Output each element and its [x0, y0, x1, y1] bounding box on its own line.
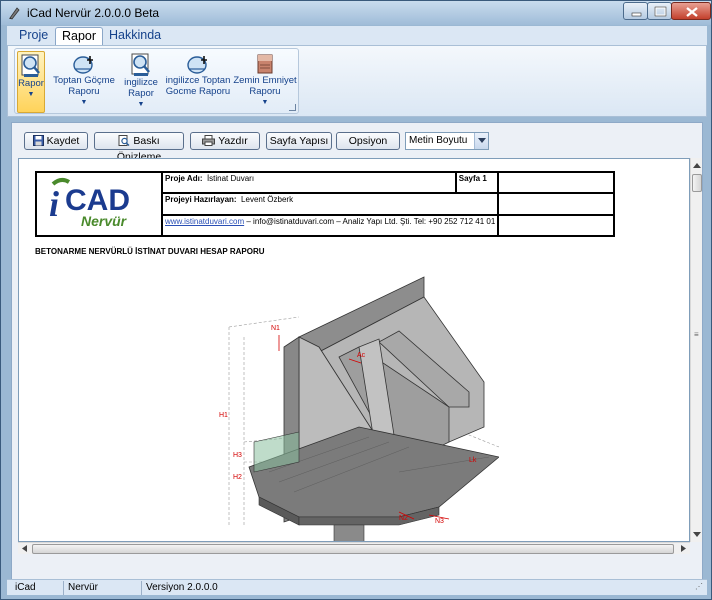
report-title: BETONARME NERVÜRLÜ İSTİNAT DUVARI HESAP … [35, 247, 265, 256]
svg-text:Nervür: Nervür [81, 213, 128, 229]
svg-text:Lk: Lk [469, 457, 477, 464]
icad-nervur-logo: i CAD Nervür [49, 177, 130, 229]
ingilizce-rapor-button[interactable]: ingilizce Rapor ▼ [119, 51, 163, 113]
english-bulk-collapse-report-icon [187, 56, 207, 74]
svg-text:H2: H2 [233, 474, 242, 481]
save-button[interactable]: Kaydet [24, 132, 88, 150]
window-title: iCad Nervür 2.0.0.0 Beta [27, 6, 160, 20]
zemin-emniyet-raporu-button[interactable]: Zemin Emniyet Raporu ▼ [233, 51, 297, 113]
prepared-by-label: Projeyi Hazırlayan: [165, 195, 237, 205]
options-label: Opsiyon [348, 135, 388, 147]
rapor-button-label: Rapor [18, 78, 44, 89]
rapor-button[interactable]: Rapor ▼ [17, 51, 45, 113]
website-link[interactable]: www.istinatduvari.com [165, 217, 244, 226]
project-name-cell: Proje Adı: İstinat Duvarı [161, 170, 457, 195]
report-magnifier-icon [21, 54, 40, 77]
project-name-value: İstinat Duvarı [206, 174, 255, 183]
toptan-gocme-label-2: Raporu [68, 86, 100, 97]
scroll-up-arrow-icon[interactable] [691, 159, 703, 173]
contact-text: – info@istinatduvari.com – Analiz Yapı L… [244, 216, 496, 226]
ingilizce-toptan-gocme-raporu-button[interactable]: ingilizce Toptan Gocme Raporu [165, 51, 231, 113]
tab-rapor[interactable]: Rapor [55, 27, 104, 46]
status-bar: iCad Nervür Versiyon 2.0.0.0 ⋰ [7, 579, 707, 595]
vertical-scroll-thumb[interactable] [692, 174, 702, 192]
app-icon [9, 7, 20, 20]
project-name-label: Proje Adı: [165, 174, 203, 183]
logo-cell: i CAD Nervür [35, 171, 163, 237]
soil-safety-report-icon [257, 54, 273, 74]
resize-grip-icon[interactable]: ⋰ [695, 582, 703, 591]
page-setup-button[interactable]: Sayfa Yapısı [266, 132, 332, 150]
minimize-button[interactable] [623, 2, 648, 20]
ribbon-group-reports: Rapor ▼ Toptan Göçme Raporu ▼ ingilizce … [14, 48, 299, 114]
toptan-gocme-raporu-button[interactable]: Toptan Göçme Raporu ▼ [53, 51, 115, 113]
dropdown-arrow-icon: ▼ [261, 99, 269, 106]
maximize-button[interactable] [647, 2, 672, 20]
empty-cell [497, 170, 615, 195]
prepared-by-value: Levent Özberk [241, 195, 294, 205]
tab-proje[interactable]: Proje [13, 27, 54, 46]
horizontal-scroll-thumb[interactable] [32, 544, 674, 554]
options-button[interactable]: Opsiyon [336, 132, 400, 150]
print-preview-button[interactable]: Baskı Önizleme [94, 132, 184, 163]
ingilizce-rapor-label-1: ingilizce [124, 77, 158, 88]
report-header-table: i CAD Nervür Proje Adı: İstinat Duvarı S… [35, 170, 615, 238]
ribbon: Rapor ▼ Toptan Göçme Raporu ▼ ingilizce … [7, 45, 707, 117]
text-size-select[interactable]: Metin Boyutu [405, 132, 489, 150]
status-app: iCad [15, 582, 36, 593]
ingilizce-toptan-label-2: Gocme Raporu [165, 86, 231, 97]
vertical-scrollbar[interactable]: ≡ [690, 158, 702, 542]
chevron-down-icon[interactable] [474, 133, 488, 149]
app-window: iCad Nervür 2.0.0.0 Beta Proje Rapor Hak… [0, 0, 712, 600]
contact-cell: www.istinatduvari.com – info@istinatduva… [160, 213, 500, 238]
ingilizce-rapor-label-2: Rapor [128, 88, 154, 99]
page-setup-label: Sayfa Yapısı [269, 135, 329, 147]
empty-cell [497, 213, 615, 238]
save-disk-icon [32, 135, 44, 146]
print-preview-icon [118, 135, 130, 147]
svg-text:N1: N1 [271, 325, 280, 332]
dropdown-arrow-icon: ▼ [80, 99, 88, 106]
printer-icon [202, 135, 216, 146]
status-module: Nervür [63, 581, 98, 595]
retaining-wall-drawing: N1 Ac H1 H3 H2 Lk N2 N3 [219, 276, 499, 541]
horizontal-scrollbar[interactable] [18, 542, 690, 554]
zemin-emniyet-label-1: Zemin Emniyet [233, 75, 297, 86]
svg-text:Ac: Ac [357, 352, 366, 359]
scroll-left-arrow-icon[interactable] [19, 543, 31, 554]
save-label: Kaydet [46, 135, 80, 147]
dropdown-arrow-icon: ▼ [137, 101, 145, 108]
page-number: Sayfa 1 [458, 174, 487, 183]
bulk-collapse-report-icon [73, 56, 93, 74]
svg-text:H3: H3 [233, 452, 242, 459]
tab-hakkinda[interactable]: Hakkinda [103, 27, 167, 46]
close-button[interactable] [671, 2, 711, 20]
svg-text:H1: H1 [219, 412, 228, 419]
ingilizce-toptan-label-1: ingilizce Toptan [165, 75, 231, 86]
english-report-icon [131, 53, 150, 76]
svg-text:i: i [49, 184, 59, 224]
empty-cell [497, 192, 615, 216]
prepared-by-cell: Projeyi Hazırlayan: Levent Özberk [160, 192, 500, 216]
group-launcher-icon[interactable] [289, 104, 296, 111]
status-version: Versiyon 2.0.0.0 [141, 581, 218, 595]
ribbon-tab-bar: Proje Rapor Hakkinda [7, 26, 707, 46]
page-number-cell: Sayfa 1 [454, 170, 500, 195]
svg-text:N2: N2 [399, 515, 408, 522]
print-label: Yazdır [218, 135, 248, 147]
svg-text:N3: N3 [435, 518, 444, 525]
scroll-grip-icon: ≡ [694, 330, 699, 339]
dropdown-arrow-icon: ▼ [27, 91, 35, 98]
title-bar[interactable]: iCad Nervür 2.0.0.0 Beta [1, 1, 711, 25]
print-button[interactable]: Yazdır [190, 132, 260, 150]
scroll-down-arrow-icon[interactable] [691, 527, 703, 541]
text-size-value: Metin Boyutu [409, 135, 468, 146]
report-toolbar: Kaydet Baskı Önizleme Yazdır Sayfa Yapıs… [12, 123, 702, 163]
zemin-emniyet-label-2: Raporu [249, 86, 281, 97]
report-panel: Kaydet Baskı Önizleme Yazdır Sayfa Yapıs… [11, 122, 703, 580]
toptan-gocme-label-1: Toptan Göçme [53, 75, 115, 86]
scroll-right-arrow-icon[interactable] [677, 543, 689, 554]
report-document: i CAD Nervür Proje Adı: İstinat Duvarı S… [18, 158, 690, 542]
